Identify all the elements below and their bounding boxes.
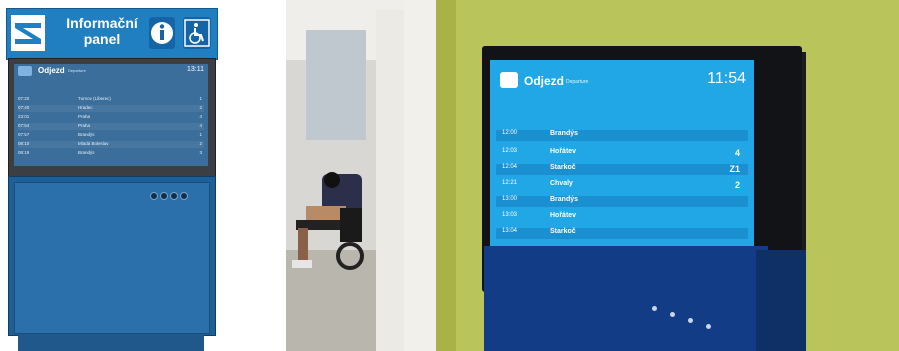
kiosk-screen-title: Odjezd — [38, 66, 65, 75]
departure-screen: Odjezd Departure 11:54 12:00 Brandýs 12:0… — [490, 60, 754, 274]
kiosk-row: 23:01 Praha 4 — [18, 114, 202, 119]
display-cabinet-side — [756, 250, 806, 351]
kiosk-row: 07:57 Brandýs 1 — [18, 132, 202, 137]
departure-row: 13:00 Brandýs — [496, 196, 748, 207]
departure-row: 13:04 Starkoč — [496, 228, 748, 239]
cabinet-lock — [670, 312, 675, 317]
kiosk-row: 07:40 Hradec 2 — [18, 105, 204, 112]
kiosk-screen-clock: 13:11 — [187, 66, 204, 73]
kiosk-illustration: Informační panel Odjezd Departure 13:11 … — [0, 0, 225, 351]
kiosk-row: 08:19 Brandýs 3 — [18, 150, 202, 155]
cabinet-lock — [150, 192, 158, 200]
departure-row: 12:04 Starkoč Z1 — [496, 164, 748, 175]
railway-logo-icon — [11, 15, 45, 51]
departure-screen-title: Odjezd — [524, 74, 565, 88]
departure-screen-clock: 11:54 — [707, 70, 746, 87]
cabinet-lock — [170, 192, 178, 200]
train-icon — [500, 72, 518, 88]
departure-row: 12:00 Brandýs — [496, 130, 748, 141]
kiosk-screen: Odjezd Departure 13:11 07:20 Turnov (Libe… — [14, 64, 208, 166]
seated-person — [292, 172, 364, 270]
cabinet-lock — [652, 306, 657, 311]
display-cabinet — [484, 246, 768, 351]
kiosk-screen-header: Odjezd Departure 13:11 — [14, 64, 208, 78]
kiosk-title-line1: Informační — [66, 15, 138, 31]
departure-screen-subtitle: Departure — [566, 79, 589, 85]
cabinet-lock — [160, 192, 168, 200]
kiosk-row: 08:10 Mladá Boleslav 2 — [18, 141, 204, 148]
window — [306, 30, 366, 140]
departure-row: 12:03 Hořátev 4 — [502, 148, 740, 158]
departure-row: 13:03 Hořátev — [502, 212, 577, 219]
departure-row: 12:21 Chvaly 2 — [502, 180, 740, 190]
kiosk-title-line2: panel — [83, 31, 121, 47]
kiosk-cabinet-door — [14, 182, 210, 334]
kiosk-screen-subtitle: Departure — [68, 68, 86, 73]
kiosk-row: 07:20 Turnov (Liberec) 1 — [18, 96, 202, 101]
departure-screen-header: Odjezd Departure 11:54 — [490, 60, 754, 102]
wheelchair-icon — [183, 17, 211, 49]
cabinet-lock — [180, 192, 188, 200]
kiosk-plinth — [18, 334, 204, 351]
kiosk-title: Informační panel — [59, 15, 145, 47]
train-icon — [18, 66, 32, 76]
cabinet-lock — [688, 318, 693, 323]
station-photo: Odjezd Departure 11:54 12:00 Brandýs 12:0… — [286, 0, 899, 351]
info-icon — [149, 17, 175, 49]
kiosk-header: Informační panel — [6, 8, 218, 60]
kiosk-row: 07:54 Praha 4 — [18, 123, 204, 130]
cabinet-lock — [706, 324, 711, 329]
